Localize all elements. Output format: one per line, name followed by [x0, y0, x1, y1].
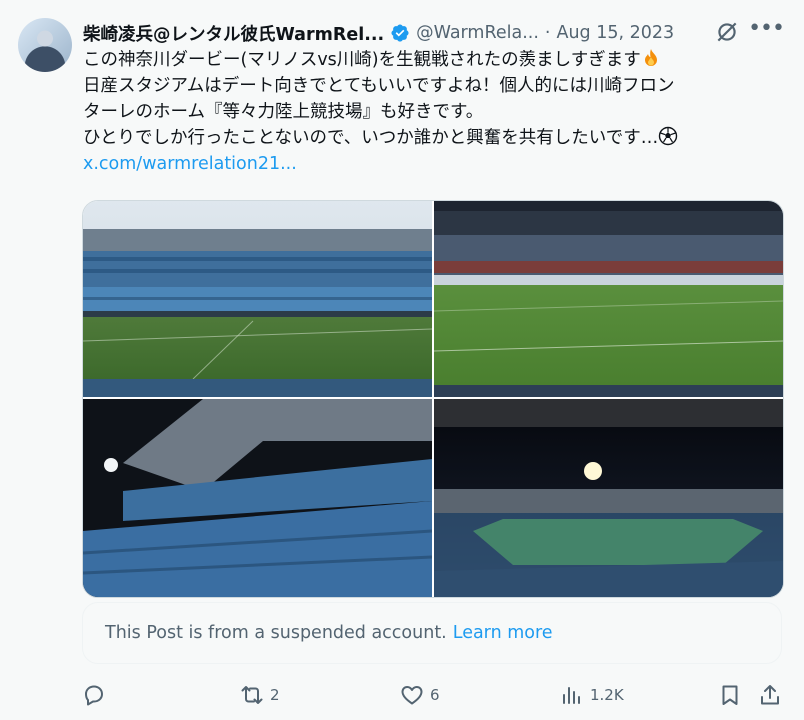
- reply-icon: [85, 685, 103, 706]
- bookmark-icon: [722, 685, 738, 705]
- photo-match[interactable]: [433, 201, 783, 397]
- text-line: ひとりでしか行ったことないので、いつか誰かと興奮を共有したいです…: [83, 125, 783, 151]
- views-count: 1.2K: [590, 686, 624, 704]
- suspended-notice: This Post is from a suspended account. L…: [82, 602, 782, 664]
- notice-text: This Post is from a suspended account.: [105, 623, 447, 643]
- retweet-icon: [241, 686, 263, 704]
- retweet-count: 2: [270, 686, 280, 704]
- tweet-link[interactable]: x.com/warmrelation21...: [83, 151, 783, 177]
- grok-icon[interactable]: [714, 19, 740, 45]
- text-line-3: ターレのホーム『等々力陸上競技場』も好きです。: [83, 102, 484, 122]
- soccer-ball-emoji-icon: [659, 126, 678, 146]
- like-button[interactable]: 6: [400, 680, 440, 710]
- text-line-2: 日産スタジアムはデート向きでとてもいいですよね！個人的には川崎フロン: [83, 76, 675, 96]
- photo-stadium-night[interactable]: [434, 399, 783, 597]
- separator-dot: ·: [544, 23, 551, 43]
- fire-emoji-icon: [644, 49, 657, 66]
- avatar[interactable]: [18, 18, 72, 72]
- text-line-4: ひとりでしか行ったことないので、いつか誰かと興奮を共有したいです…: [83, 128, 659, 148]
- learn-more-link[interactable]: Learn more: [453, 623, 553, 643]
- more-icon[interactable]: •••: [748, 16, 785, 41]
- text-line-1: この神奈川ダービー(マリノスvs川崎)を生観戦されたの羨ましすぎます: [83, 50, 641, 70]
- author-name[interactable]: 柴崎凌兵@レンタル彼氏WarmRel...: [83, 21, 384, 46]
- views-icon: [563, 687, 580, 704]
- media-grid[interactable]: [82, 200, 784, 598]
- like-count: 6: [430, 686, 440, 704]
- photo-stadium-day[interactable]: [83, 201, 433, 397]
- verified-badge-icon: [391, 24, 409, 42]
- tweet-text: この神奈川ダービー(マリノスvs川崎)を生観戦されたの羨ましすぎます 日産スタジ…: [83, 47, 783, 177]
- reply-button[interactable]: [82, 680, 112, 710]
- share-button[interactable]: [758, 680, 782, 710]
- bookmark-button[interactable]: [718, 680, 742, 710]
- tweet-header: 柴崎凌兵@レンタル彼氏WarmRel... @WarmRela... · Aug…: [83, 16, 785, 46]
- tweet[interactable]: 柴崎凌兵@レンタル彼氏WarmRel... @WarmRela... · Aug…: [0, 0, 804, 720]
- post-date[interactable]: Aug 15, 2023: [556, 23, 674, 43]
- share-icon: [761, 685, 779, 705]
- photo-stands[interactable]: [83, 399, 433, 597]
- retweet-button[interactable]: 2: [240, 680, 280, 710]
- author-handle[interactable]: @WarmRela...: [416, 23, 539, 43]
- views-button[interactable]: 1.2K: [560, 680, 624, 710]
- action-bar: 2 6 1.2K: [82, 680, 792, 710]
- text-line: この神奈川ダービー(マリノスvs川崎)を生観戦されたの羨ましすぎます: [83, 47, 783, 73]
- heart-icon: [401, 686, 423, 705]
